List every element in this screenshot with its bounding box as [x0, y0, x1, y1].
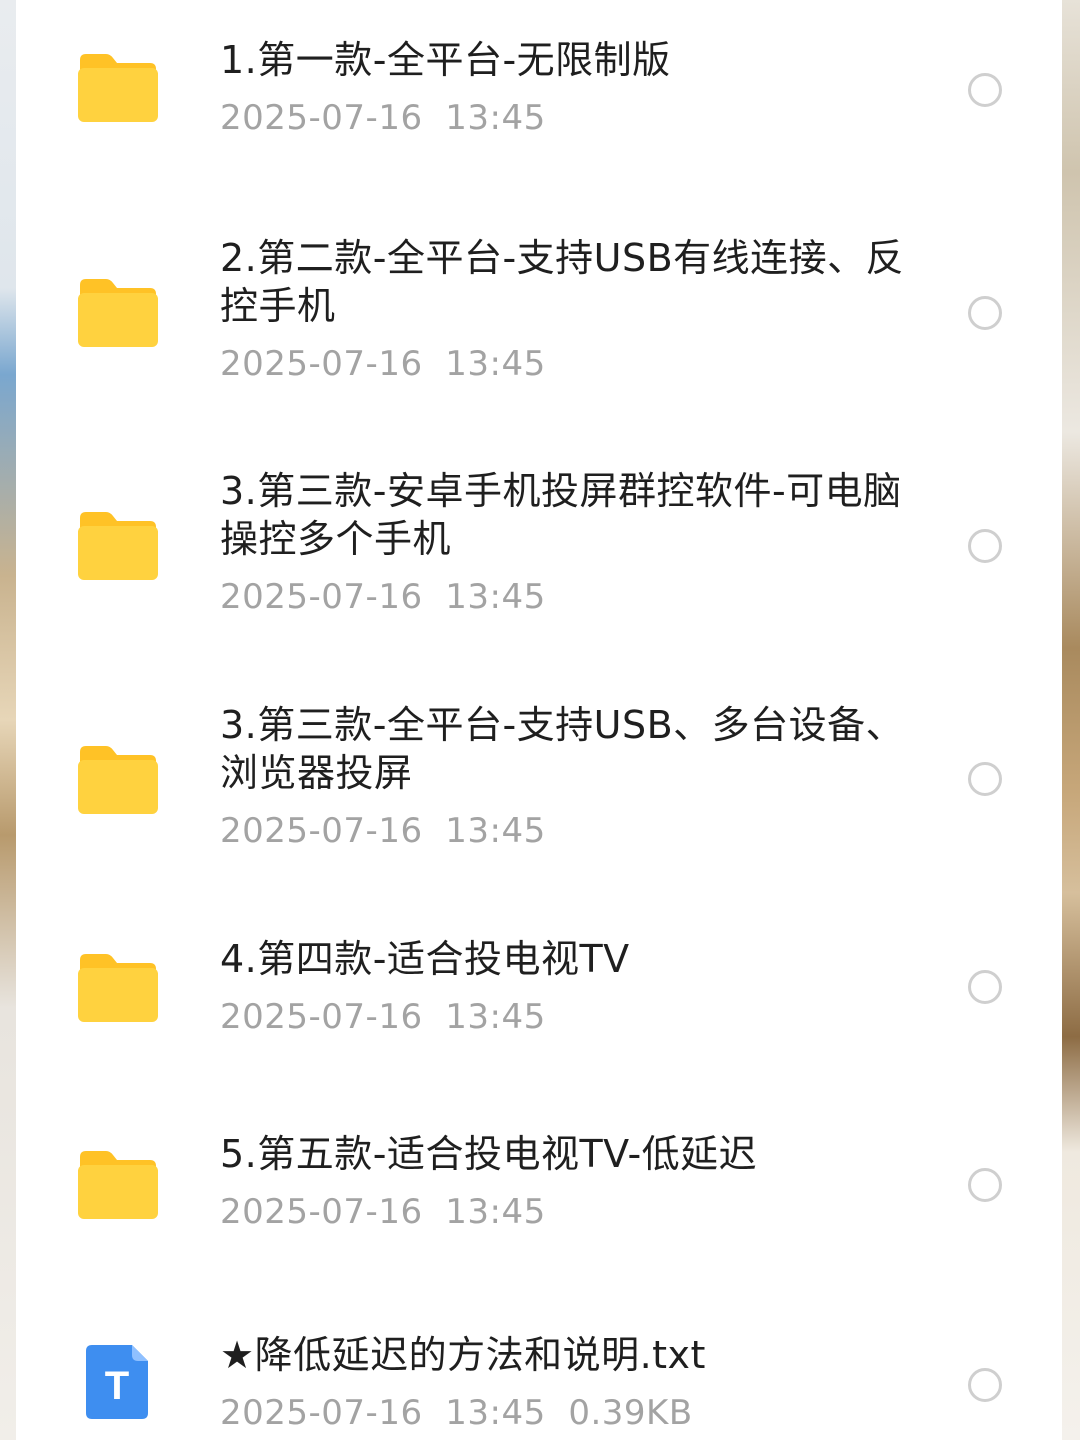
file-date: 2025-07-16 [220, 811, 423, 851]
file-date: 2025-07-16 [220, 98, 423, 138]
file-name: 3.第三款-全平台-支持USB、多台设备、浏览器投屏 [220, 703, 905, 795]
file-meta: 2025-07-16 13:45 [220, 98, 920, 138]
file-time: 13:45 [445, 1192, 546, 1232]
select-radio[interactable] [968, 296, 1002, 330]
list-item[interactable]: T ★降低延迟的方法和说明.txt 2025-07-16 13:45 0.39K… [16, 1285, 1062, 1440]
file-meta: 2025-07-16 13:45 [220, 1192, 920, 1232]
file-date: 2025-07-16 [220, 1192, 423, 1232]
file-date: 2025-07-16 [220, 997, 423, 1037]
file-name: 5.第五款-适合投电视TV-低延迟 [220, 1132, 758, 1176]
list-item[interactable]: 3.第三款-安卓手机投屏群控软件-可电脑操控多个手机 2025-07-16 13… [16, 430, 1062, 670]
folder-icon [78, 1151, 158, 1219]
file-date: 2025-07-16 [220, 1393, 423, 1433]
file-date: 2025-07-16 [220, 577, 423, 617]
file-meta: 2025-07-16 13:45 [220, 344, 920, 384]
file-name: 3.第三款-安卓手机投屏群控软件-可电脑操控多个手机 [220, 469, 902, 561]
select-radio[interactable] [968, 73, 1002, 107]
file-time: 13:45 [445, 577, 546, 617]
file-list-panel: 1.第一款-全平台-无限制版 2025-07-16 13:45 2.第二款-全平… [16, 0, 1062, 1440]
file-name: 2.第二款-全平台-支持USB有线连接、反控手机 [220, 236, 905, 328]
file-meta: 2025-07-16 13:45 [220, 997, 920, 1037]
select-radio[interactable] [968, 762, 1002, 796]
file-time: 13:45 [445, 997, 546, 1037]
file-name: 1.第一款-全平台-无限制版 [220, 38, 671, 82]
file-meta: 2025-07-16 13:45 0.39KB [220, 1393, 920, 1433]
background-photo-right [1062, 0, 1080, 1440]
file-time: 13:45 [445, 811, 546, 851]
txt-icon-letter: T [105, 1364, 129, 1408]
folder-icon [78, 512, 158, 580]
file-time: 13:45 [445, 344, 546, 384]
list-item[interactable]: 4.第四款-适合投电视TV 2025-07-16 13:45 [16, 905, 1062, 1095]
txt-file-icon: T [86, 1345, 148, 1419]
file-time: 13:45 [445, 1393, 546, 1433]
list-item[interactable]: 5.第五款-适合投电视TV-低延迟 2025-07-16 13:45 [16, 1095, 1062, 1285]
file-meta: 2025-07-16 13:45 [220, 811, 920, 851]
select-radio[interactable] [968, 1368, 1002, 1402]
folder-icon [78, 746, 158, 814]
file-meta: 2025-07-16 13:45 [220, 577, 920, 617]
file-name: 4.第四款-适合投电视TV [220, 937, 630, 981]
folder-icon [78, 954, 158, 1022]
select-radio[interactable] [968, 970, 1002, 1004]
file-time: 13:45 [445, 98, 546, 138]
folder-icon [78, 54, 158, 122]
select-radio[interactable] [968, 1168, 1002, 1202]
background-photo-left [0, 0, 16, 1440]
file-size: 0.39KB [568, 1393, 693, 1433]
list-item[interactable]: 2.第二款-全平台-支持USB有线连接、反控手机 2025-07-16 13:4… [16, 190, 1062, 430]
list-item[interactable]: 3.第三款-全平台-支持USB、多台设备、浏览器投屏 2025-07-16 13… [16, 670, 1062, 905]
list-item[interactable]: 1.第一款-全平台-无限制版 2025-07-16 13:45 [16, 0, 1062, 190]
file-name: ★降低延迟的方法和说明.txt [220, 1333, 706, 1377]
file-date: 2025-07-16 [220, 344, 423, 384]
folder-icon [78, 279, 158, 347]
select-radio[interactable] [968, 529, 1002, 563]
